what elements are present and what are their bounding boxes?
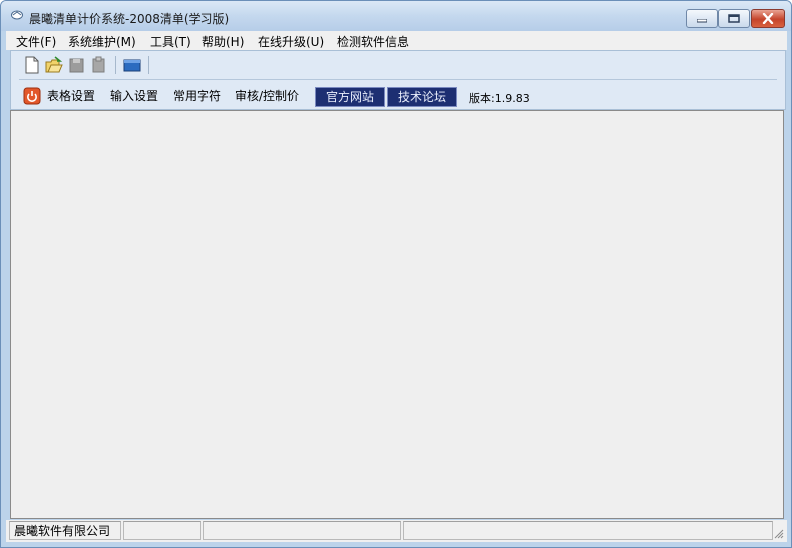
workspace-area[interactable]	[10, 110, 784, 519]
save-button[interactable]	[67, 56, 85, 74]
save-icon	[69, 58, 84, 73]
power-icon	[23, 87, 41, 105]
open-folder-button[interactable]	[45, 56, 63, 74]
close-button[interactable]	[751, 9, 785, 28]
new-file-button[interactable]	[23, 56, 41, 74]
status-cell	[403, 521, 773, 540]
window-button[interactable]	[123, 56, 141, 74]
status-company: 晨曦软件有限公司	[9, 521, 121, 540]
menu-upgrade[interactable]: 在线升级(U)	[258, 33, 324, 50]
menu-help[interactable]: 帮助(H)	[202, 33, 244, 50]
window-title: 晨曦清单计价系统-2008清单(学习版)	[29, 12, 230, 26]
menu-file[interactable]: 文件(F)	[16, 33, 56, 50]
status-cell	[123, 521, 201, 540]
window-icon	[123, 59, 141, 72]
menu-bar: 文件(F) 系统维护(M) 工具(T) 帮助(H) 在线升级(U) 检测软件信息	[6, 31, 787, 50]
resize-grip-icon[interactable]	[772, 527, 784, 539]
toolbar-divider	[19, 79, 777, 80]
maximize-icon	[728, 14, 740, 23]
version-label: 版本:1.9.83	[469, 92, 530, 105]
status-cell	[203, 521, 401, 540]
menu-tools[interactable]: 工具(T)	[150, 33, 191, 50]
toolbar-separator	[148, 56, 149, 74]
maximize-button[interactable]	[718, 9, 750, 28]
tech-forum-button[interactable]: 技术论坛	[387, 87, 457, 107]
power-button[interactable]	[23, 87, 41, 105]
minimize-button[interactable]	[686, 9, 718, 28]
clipboard-button[interactable]	[89, 56, 107, 74]
common-chars-link[interactable]: 常用字符	[173, 87, 221, 107]
minimize-icon	[697, 19, 707, 23]
menu-system[interactable]: 系统维护(M)	[68, 33, 136, 50]
menu-check-info[interactable]: 检测软件信息	[337, 33, 409, 50]
app-icon	[11, 10, 23, 20]
title-bar[interactable]: 晨曦清单计价系统-2008清单(学习版)	[1, 1, 791, 31]
table-settings-link[interactable]: 表格设置	[47, 87, 95, 107]
app-window: 晨曦清单计价系统-2008清单(学习版) 文件(F) 系统维护(M) 工具(T)…	[0, 0, 792, 548]
clipboard-icon	[92, 56, 105, 73]
toolbar-separator	[115, 56, 116, 74]
audit-control-link[interactable]: 审核/控制价	[235, 87, 299, 107]
official-site-button[interactable]: 官方网站	[315, 87, 385, 107]
open-folder-icon	[45, 56, 63, 73]
input-settings-link[interactable]: 输入设置	[110, 87, 158, 107]
close-icon	[762, 13, 774, 24]
status-bar: 晨曦软件有限公司	[6, 520, 787, 542]
new-file-icon	[25, 56, 39, 74]
toolbar-area: 表格设置 输入设置 常用字符 审核/控制价 官方网站 技术论坛 版本:1.9.8…	[10, 50, 786, 110]
